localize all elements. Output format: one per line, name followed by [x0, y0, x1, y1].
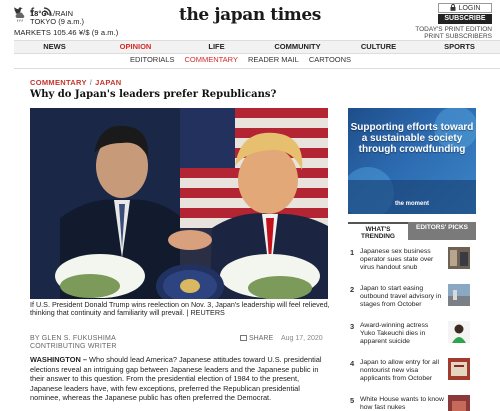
login-label: LOGIN — [458, 5, 481, 12]
trending-thumbnail[interactable] — [448, 284, 470, 306]
trending-thumbnail[interactable] — [448, 395, 470, 411]
article-title: Why do Japan's leaders prefer Republican… — [30, 89, 277, 100]
site-logo[interactable]: the japan times — [0, 5, 500, 25]
nav-opinion[interactable]: OPINION — [95, 41, 176, 53]
header-divider — [14, 68, 500, 69]
ad-brand: the moment — [394, 201, 429, 207]
sub-nav: EDITORIALS COMMENTARY READER MAIL CARTOO… — [130, 55, 351, 64]
breadcrumb: COMMENTARY / JAPAN — [30, 78, 122, 87]
trending-number: 2 — [350, 285, 355, 294]
trending-title[interactable]: Japan to start easing outbound travel ad… — [360, 285, 444, 309]
byline-author[interactable]: BY GLEN S. FUKUSHIMA — [30, 335, 117, 343]
markets-ticker[interactable]: MARKETS 105.46 ¥/$ (9 a.m.) — [14, 28, 118, 37]
article-dateline: WASHINGTON – — [30, 355, 87, 364]
tab-whats-trending[interactable]: WHAT'S TRENDING — [348, 222, 408, 240]
trending-title[interactable]: Award-winning actress Yuko Takeuchi dies… — [360, 322, 444, 346]
trending-title[interactable]: Japan to allow entry for all nontourist … — [360, 359, 444, 383]
article-date: Aug 17, 2020 — [281, 335, 323, 342]
trending-item[interactable]: 2 Japan to start easing outbound travel … — [348, 283, 476, 319]
trending-thumbnail[interactable] — [448, 247, 470, 269]
nav-news[interactable]: NEWS — [14, 41, 95, 53]
ad-headline: Supporting efforts toward a sustainable … — [350, 122, 474, 155]
trending-thumbnail[interactable] — [448, 321, 470, 343]
lock-icon — [450, 4, 456, 11]
subnav-editorials[interactable]: EDITORIALS — [130, 55, 174, 64]
subnav-commentary[interactable]: COMMENTARY — [184, 55, 237, 64]
trending-thumbnail[interactable] — [448, 358, 470, 380]
breadcrumb-region[interactable]: JAPAN — [95, 78, 121, 87]
subscribe-button[interactable]: SUBSCRIBE — [438, 14, 492, 24]
trending-item[interactable]: 4 Japan to allow entry for all nontouris… — [348, 357, 476, 393]
tab-editors-picks[interactable]: EDITORS' PICKS — [408, 222, 476, 240]
byline-role: CONTRIBUTING WRITER — [30, 343, 117, 350]
image-caption: If U.S. President Donald Trump wins reel… — [30, 300, 330, 317]
nav-culture[interactable]: CULTURE — [338, 41, 419, 53]
share-button[interactable]: SHARE — [240, 335, 273, 342]
trending-title[interactable]: White House wants to know how fast nukes — [360, 396, 444, 411]
nav-sports[interactable]: SPORTS — [419, 41, 500, 53]
article-hero-image — [30, 108, 328, 299]
share-label: SHARE — [249, 335, 274, 342]
article-body: WASHINGTON – Who should lead America? Ja… — [30, 355, 332, 403]
trending-item[interactable]: 5 White House wants to know how fast nuk… — [348, 394, 476, 411]
nav-life[interactable]: LIFE — [176, 41, 257, 53]
byline: BY GLEN S. FUKUSHIMA CONTRIBUTING WRITER — [30, 335, 117, 351]
nav-community[interactable]: COMMUNITY — [257, 41, 338, 53]
main-nav: NEWS OPINION LIFE COMMUNITY CULTURE SPOR… — [14, 40, 500, 54]
site-header: 18°C L/RAIN TOKYO (9 a.m.) MARKETS 105.4… — [0, 0, 500, 40]
trending-number: 1 — [350, 248, 355, 257]
trending-number: 3 — [350, 322, 355, 331]
sidebar-tabs: WHAT'S TRENDING EDITORS' PICKS — [348, 222, 476, 240]
print-subscribers-link[interactable]: PRINT SUBSCRIBERS — [415, 33, 492, 40]
trending-item[interactable]: 3 Award-winning actress Yuko Takeuchi di… — [348, 320, 476, 356]
share-icon — [240, 335, 247, 341]
print-edition-links: TODAY'S PRINT EDITION PRINT SUBSCRIBERS — [415, 26, 492, 40]
trending-title[interactable]: Japanese sex business operator sues stat… — [360, 248, 444, 272]
trending-number: 5 — [350, 396, 355, 405]
trending-item[interactable]: 1 Japanese sex business operator sues st… — [348, 246, 476, 282]
subnav-cartoons[interactable]: CARTOONS — [309, 55, 351, 64]
trending-number: 4 — [350, 359, 355, 368]
subnav-reader-mail[interactable]: READER MAIL — [248, 55, 299, 64]
breadcrumb-section[interactable]: COMMENTARY — [30, 78, 87, 87]
sidebar-ad[interactable]: Supporting efforts toward a sustainable … — [348, 108, 476, 214]
print-edition-link[interactable]: TODAY'S PRINT EDITION — [415, 26, 492, 33]
login-button[interactable]: LOGIN — [438, 3, 492, 13]
